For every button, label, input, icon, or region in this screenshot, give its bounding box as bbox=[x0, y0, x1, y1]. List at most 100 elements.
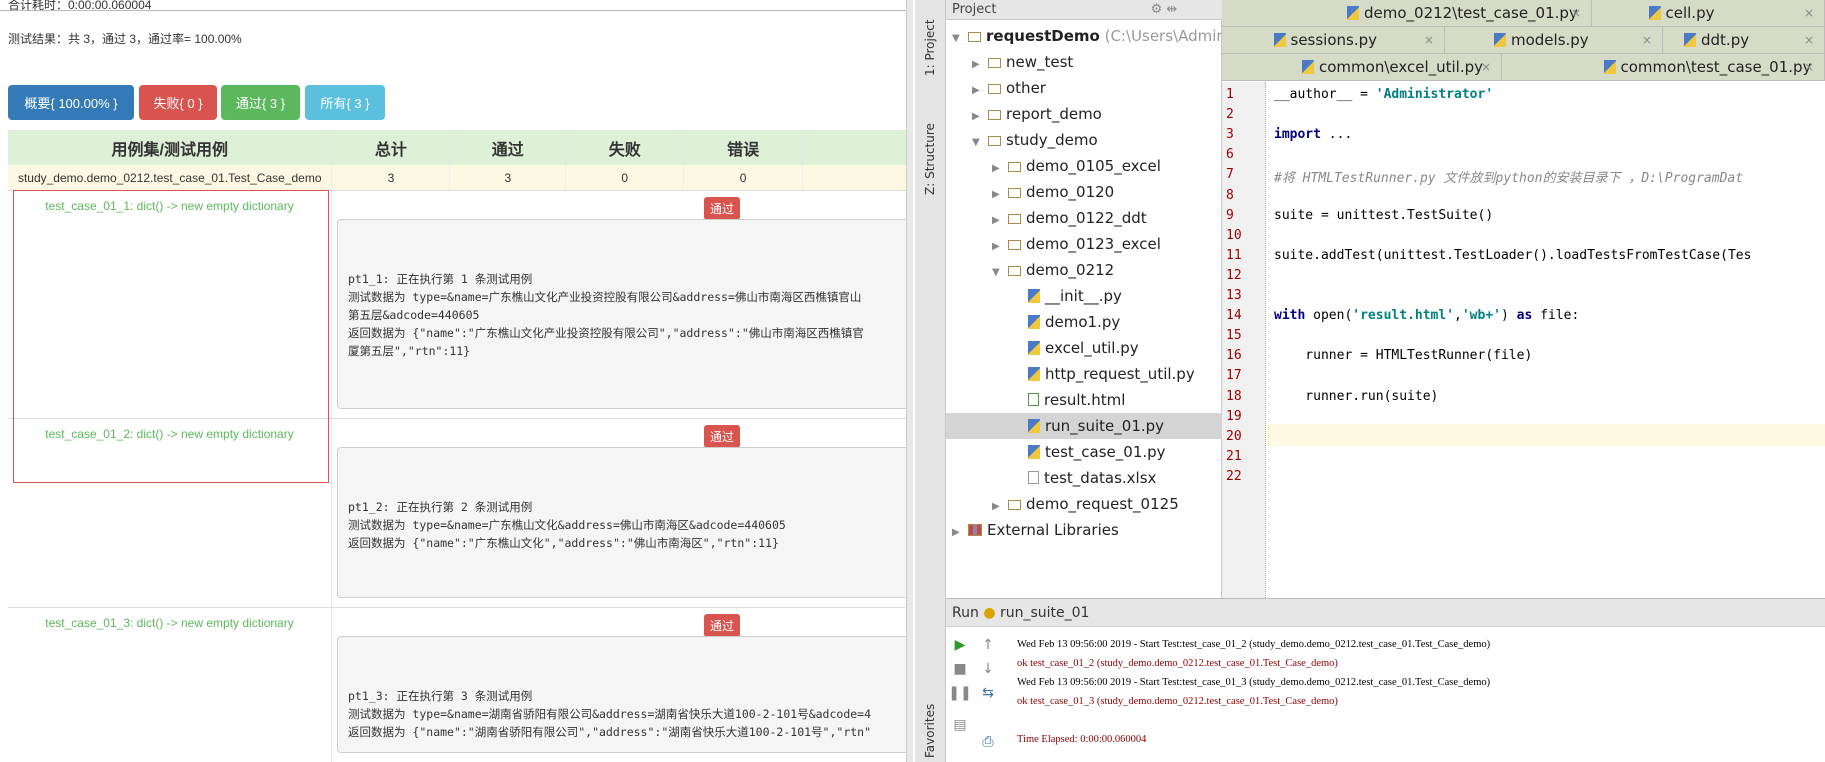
tree-item[interactable]: ▶ demo_0120 bbox=[992, 179, 1114, 205]
settings-icon[interactable]: ⚙ ⇹ bbox=[1151, 2, 1178, 17]
line-number: 15 bbox=[1226, 328, 1242, 344]
line-number: 2 bbox=[1226, 107, 1234, 123]
folder-icon bbox=[1008, 188, 1021, 198]
summary-table: 用例集/测试用例 总计 通过 失败 错误 study_demo.demo_0212.tes… bbox=[8, 130, 908, 191]
tree-item-path: (C:\Users\Admin bbox=[1099, 27, 1226, 45]
editor-tab[interactable]: common\excel_util.py × bbox=[1222, 54, 1502, 81]
tree-item[interactable]: ▼ requestDemo (C:\Users\Admin bbox=[952, 23, 1226, 49]
python-file-icon bbox=[1347, 6, 1359, 20]
console-line: Time Elapsed: 0:00:00.060004 bbox=[1017, 734, 1147, 745]
tree-item[interactable]: ▼ study_demo bbox=[972, 127, 1098, 153]
tree-item[interactable]: ▼ demo_0212 bbox=[992, 257, 1114, 283]
editor-tab[interactable]: ddt.py × bbox=[1663, 27, 1825, 54]
wrap-icon[interactable]: ⇆ bbox=[974, 685, 1002, 701]
tree-item[interactable]: ▶ other bbox=[972, 75, 1046, 101]
test-output: pt1_3: 正在执行第 3 条测试用例 测试数据为 type=&name=湖南… bbox=[337, 636, 913, 753]
editor-tab[interactable]: sessions.py × bbox=[1222, 27, 1445, 54]
line-number: 18 bbox=[1226, 388, 1242, 404]
up-arrow-icon[interactable]: ↑ bbox=[974, 637, 1002, 653]
tree-item[interactable]: result.html bbox=[1012, 387, 1125, 413]
test-case-name[interactable]: test_case_01_3: dict() -> new empty dict… bbox=[8, 608, 332, 762]
tree-item[interactable]: ▶ External Libraries bbox=[952, 517, 1119, 543]
table-cell: 3 bbox=[449, 165, 567, 191]
editor-tab[interactable]: cell.py × bbox=[1592, 0, 1825, 27]
tree-item[interactable]: ▶ demo_0123_excel bbox=[992, 231, 1161, 257]
tree-item-label: test_case_01.py bbox=[1045, 443, 1166, 461]
current-line-highlight bbox=[1266, 424, 1825, 446]
py-icon bbox=[1028, 367, 1040, 381]
close-tab-icon[interactable]: × bbox=[1424, 27, 1434, 54]
tab-row: sessions.py × models.py × ddt.py × bbox=[1222, 27, 1825, 54]
py-icon bbox=[1028, 419, 1040, 433]
editor-tab[interactable]: demo_0212\test_case_01.py × bbox=[1222, 0, 1592, 27]
stop-icon[interactable]: ■ bbox=[946, 661, 974, 677]
tree-item[interactable]: test_datas.xlsx bbox=[1012, 465, 1156, 491]
expand-arrow-icon[interactable]: ▶ bbox=[952, 520, 968, 546]
tab-row: demo_0212\test_case_01.py × cell.py × bbox=[1222, 0, 1825, 27]
run-label: Run bbox=[952, 605, 979, 621]
line-number: 3 bbox=[1226, 127, 1234, 143]
elapsed-time: 合计耗时：0:00:00.060004 bbox=[8, 0, 152, 12]
rerun-icon[interactable]: ▶ bbox=[946, 637, 974, 653]
close-tab-icon[interactable]: × bbox=[1804, 0, 1814, 27]
code-line[interactable]: suite = unittest.TestSuite() bbox=[1274, 208, 1493, 223]
print-icon[interactable]: ⎙ bbox=[974, 734, 1002, 750]
tree-item[interactable]: ▶ demo_0105_excel bbox=[992, 153, 1161, 179]
filter-button[interactable]: 通过{ 3 } bbox=[221, 85, 300, 120]
status-badge[interactable]: 通过 bbox=[704, 425, 741, 448]
project-header[interactable]: Project ⚙ ⇹ bbox=[946, 0, 1222, 20]
tree-item[interactable]: ▶ new_test bbox=[972, 49, 1073, 75]
tree-item-label: demo_0105_excel bbox=[1026, 157, 1161, 175]
tree-item[interactable]: run_suite_01.py bbox=[946, 413, 1222, 439]
line-number: 14 bbox=[1226, 308, 1242, 324]
tab-structure[interactable]: Z: Structure bbox=[923, 105, 937, 195]
filter-button[interactable]: 失败{ 0 } bbox=[139, 85, 217, 120]
tree-item[interactable]: excel_util.py bbox=[1012, 335, 1139, 361]
line-number: 17 bbox=[1226, 368, 1242, 384]
code-line[interactable]: import ... bbox=[1274, 127, 1352, 142]
tab-favorites[interactable]: Favorites bbox=[923, 688, 937, 758]
code-line[interactable]: with open('result.html','wb+') as file: bbox=[1274, 308, 1579, 323]
tree-item[interactable]: http_request_util.py bbox=[1012, 361, 1195, 387]
expand-arrow-icon[interactable]: ▼ bbox=[952, 26, 968, 52]
code-line[interactable]: runner = HTMLTestRunner(file) bbox=[1274, 348, 1532, 363]
html-report-pane: 合计耗时：0:00:00.060004 测试结果：共 3，通过 3，通过率= 1… bbox=[0, 0, 913, 762]
folder-icon bbox=[988, 136, 1001, 146]
column-header: 通过 bbox=[449, 130, 567, 165]
close-tab-icon[interactable]: × bbox=[1642, 27, 1652, 54]
expand-arrow-icon[interactable]: ▼ bbox=[972, 130, 988, 156]
tab-project[interactable]: 1: Project bbox=[923, 6, 937, 76]
tree-item[interactable]: ▶ demo_0122_ddt bbox=[992, 205, 1147, 231]
status-badge[interactable]: 通过 bbox=[704, 197, 741, 220]
tree-item[interactable]: test_case_01.py bbox=[1012, 439, 1166, 465]
folder-icon bbox=[1008, 240, 1021, 250]
layout-icon[interactable]: ▤ bbox=[946, 717, 974, 733]
code-line[interactable]: suite.addTest(unittest.TestLoader().load… bbox=[1274, 248, 1751, 263]
py-icon bbox=[1028, 341, 1040, 355]
tree-item[interactable]: ▶ demo_request_0125 bbox=[992, 491, 1179, 517]
status-badge[interactable]: 通过 bbox=[704, 614, 741, 637]
py-icon bbox=[1028, 315, 1040, 329]
editor-tab[interactable]: common\test_case_01.py × bbox=[1502, 54, 1825, 81]
pause-icon[interactable]: ❚❚ bbox=[946, 685, 974, 701]
python-file-icon bbox=[1273, 33, 1286, 47]
line-number: 22 bbox=[1226, 468, 1242, 484]
python-file-icon bbox=[1684, 33, 1696, 47]
filter-button[interactable]: 概要{ 100.00% } bbox=[8, 85, 134, 120]
code-line[interactable]: __author__ = 'Administrator' bbox=[1274, 87, 1493, 102]
close-tab-icon[interactable]: × bbox=[1804, 27, 1814, 54]
code-line[interactable]: #将 HTMLTestRunner.py 文件放到python的安装目录下 ，D… bbox=[1274, 167, 1743, 186]
filter-button[interactable]: 所有{ 3 } bbox=[305, 85, 385, 120]
down-arrow-icon[interactable]: ↓ bbox=[974, 661, 1002, 677]
close-tab-icon[interactable]: × bbox=[1481, 54, 1491, 81]
code-line[interactable]: runner.run(suite) bbox=[1274, 389, 1438, 404]
close-tab-icon[interactable]: × bbox=[1571, 0, 1581, 27]
expand-arrow-icon[interactable]: ▼ bbox=[992, 260, 1008, 286]
tree-item[interactable]: demo1.py bbox=[1012, 309, 1120, 335]
close-tab-icon[interactable]: × bbox=[1804, 54, 1814, 81]
table-cell: 0 bbox=[565, 165, 685, 191]
scrollbar[interactable] bbox=[906, 0, 913, 762]
tree-item[interactable]: ▶ report_demo bbox=[972, 101, 1102, 127]
editor-tab[interactable]: models.py × bbox=[1445, 27, 1663, 54]
tree-item[interactable]: __init__.py bbox=[1012, 283, 1122, 309]
